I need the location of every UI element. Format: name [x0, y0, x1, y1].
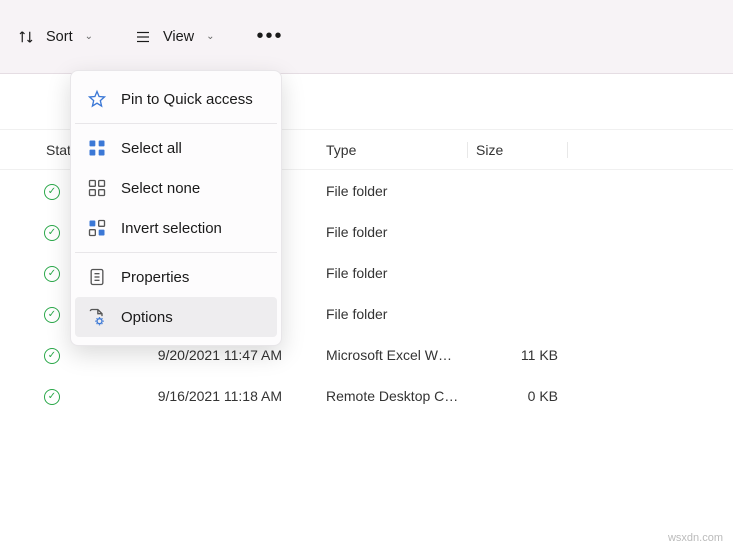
status-ok-icon	[44, 225, 60, 241]
view-button[interactable]: View ⌄	[125, 21, 223, 53]
toolbar: Sort ⌄ View ⌄ •••	[0, 0, 733, 74]
cell-type: Remote Desktop C…	[318, 388, 468, 404]
chevron-down-icon: ⌄	[85, 31, 93, 42]
menu-item-label: Pin to Quick access	[121, 91, 253, 108]
header-size[interactable]: Size	[468, 142, 568, 158]
status-ok-icon	[44, 348, 60, 364]
options-icon	[87, 307, 107, 327]
more-label: •••	[257, 25, 284, 47]
cell-date: 9/20/2021 11:47 AM	[102, 347, 318, 363]
properties-icon	[87, 267, 107, 287]
cell-type: File folder	[318, 265, 468, 281]
watermark: wsxdn.com	[668, 532, 723, 544]
status-ok-icon	[44, 266, 60, 282]
menu-item-label: Select all	[121, 140, 182, 157]
select-none-icon	[87, 178, 107, 198]
cell-type: Microsoft Excel W…	[318, 347, 468, 363]
sort-button[interactable]: Sort ⌄	[8, 21, 101, 53]
cell-type: File folder	[318, 224, 468, 240]
view-icon	[133, 27, 153, 47]
menu-properties[interactable]: Properties	[75, 257, 277, 297]
status-ok-icon	[44, 389, 60, 405]
select-all-icon	[87, 138, 107, 158]
menu-separator	[75, 252, 277, 253]
menu-select-all[interactable]: Select all	[75, 128, 277, 168]
status-ok-icon	[44, 307, 60, 323]
menu-select-none[interactable]: Select none	[75, 168, 277, 208]
cell-size: 11 KB	[468, 347, 568, 363]
star-icon	[87, 89, 107, 109]
menu-item-label: Options	[121, 309, 173, 326]
invert-selection-icon	[87, 218, 107, 238]
sort-label: Sort	[46, 29, 73, 45]
more-button[interactable]: •••	[247, 19, 294, 54]
menu-item-label: Properties	[121, 269, 189, 286]
table-row[interactable]: 9/16/2021 11:18 AM Remote Desktop C… 0 K…	[0, 375, 733, 416]
sort-icon	[16, 27, 36, 47]
menu-options[interactable]: Options	[75, 297, 277, 337]
context-menu: Pin to Quick access Select all Select no…	[70, 70, 282, 346]
status-ok-icon	[44, 184, 60, 200]
cell-type: File folder	[318, 183, 468, 199]
cell-date: 9/16/2021 11:18 AM	[102, 388, 318, 404]
menu-invert-selection[interactable]: Invert selection	[75, 208, 277, 248]
menu-item-label: Invert selection	[121, 220, 222, 237]
header-type[interactable]: Type	[318, 142, 468, 158]
menu-pin-to-quick-access[interactable]: Pin to Quick access	[75, 79, 277, 119]
menu-separator	[75, 123, 277, 124]
menu-item-label: Select none	[121, 180, 200, 197]
cell-size: 0 KB	[468, 388, 568, 404]
cell-type: File folder	[318, 306, 468, 322]
chevron-down-icon: ⌄	[206, 31, 214, 42]
view-label: View	[163, 29, 194, 45]
